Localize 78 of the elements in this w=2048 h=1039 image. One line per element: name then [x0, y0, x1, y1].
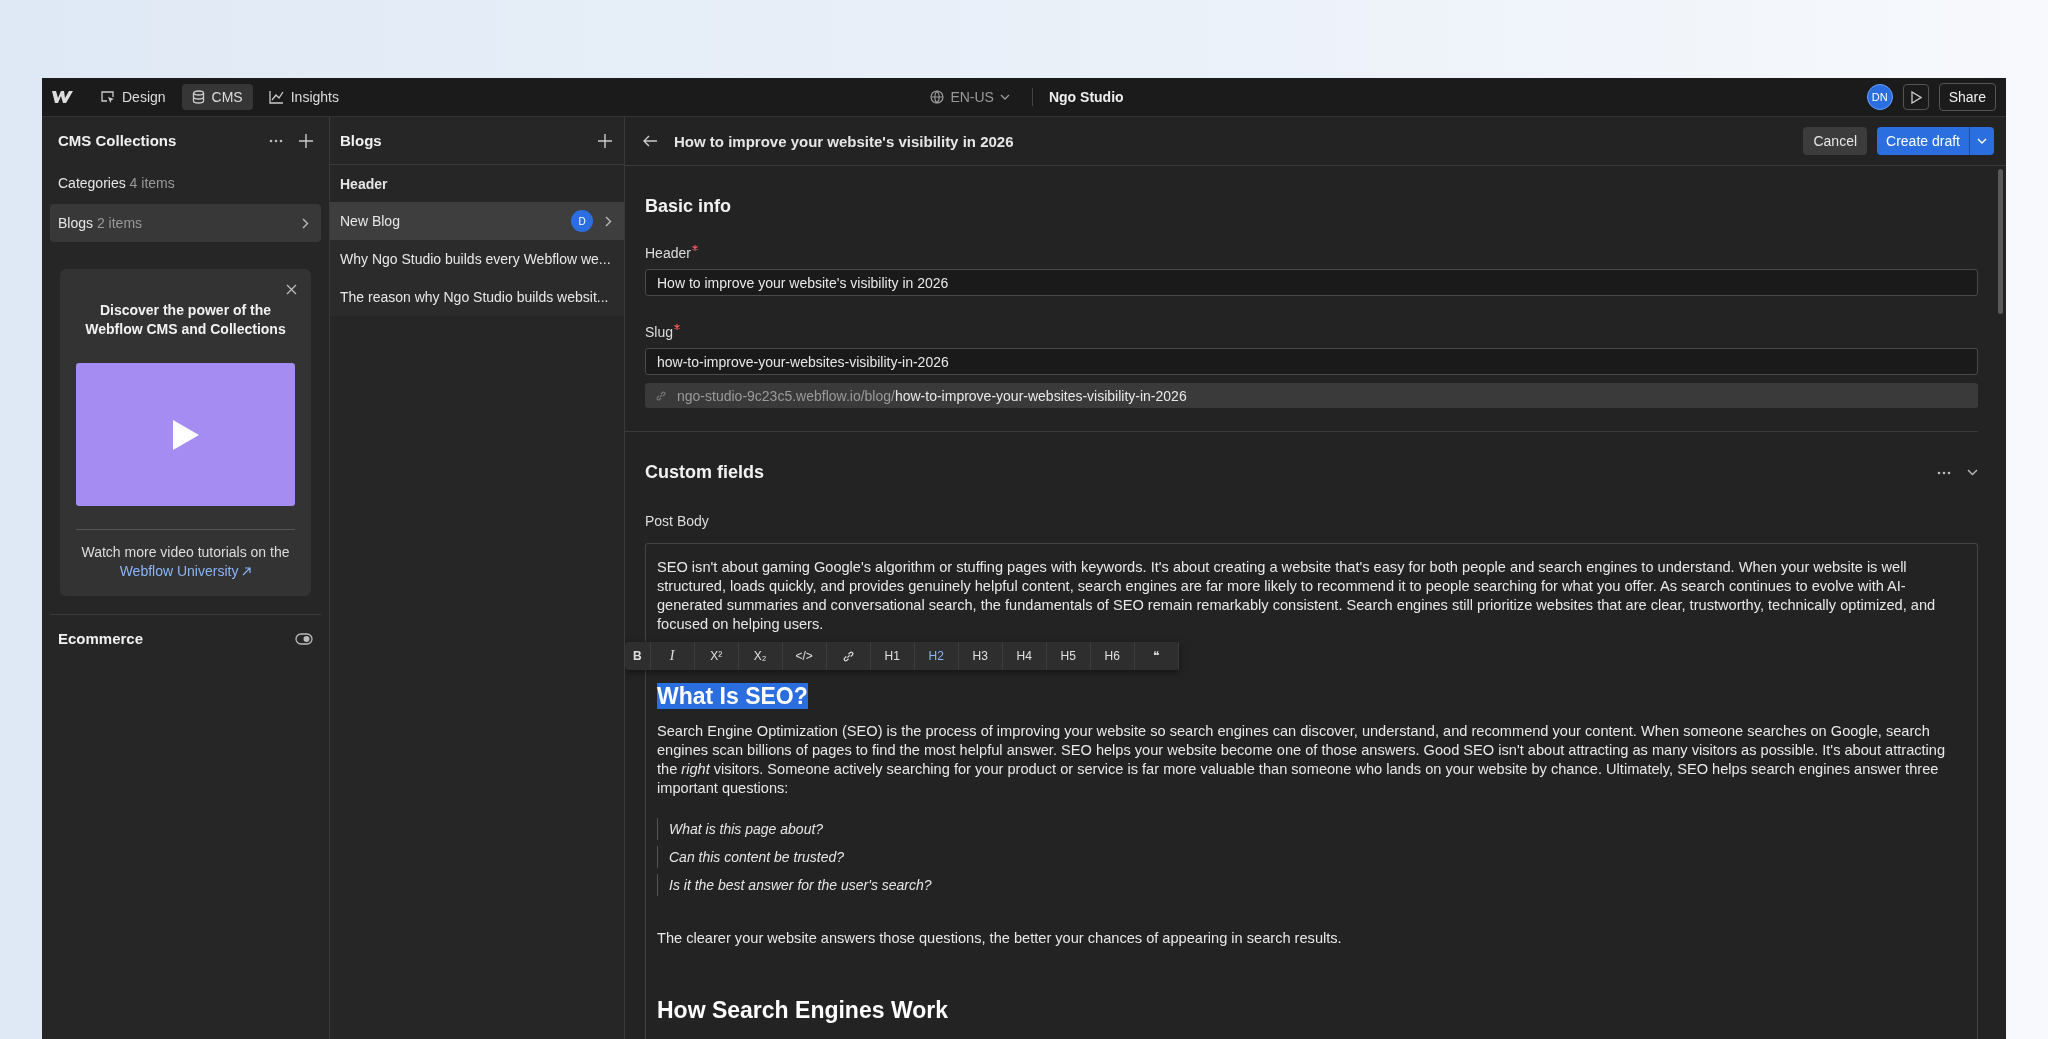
chevron-down-icon[interactable]	[1967, 469, 1978, 476]
blog-item[interactable]: Why Ngo Studio builds every Webflow we...	[330, 240, 624, 278]
format-button[interactable]: H4	[1002, 642, 1047, 670]
preview-button[interactable]	[1902, 84, 1929, 110]
text-field[interactable]: How to improve your website's visibility in 2026	[645, 269, 1978, 296]
cursor-screen-icon	[100, 90, 115, 104]
user-avatar[interactable]: DN	[1866, 84, 1893, 110]
back-arrow-icon[interactable]	[643, 135, 658, 147]
toggle-icon[interactable]	[295, 632, 313, 645]
section-title: Custom fields	[645, 461, 764, 483]
blog-item[interactable]: The reason why Ngo Studio builds websit...	[330, 278, 624, 316]
format-button[interactable]: X²	[694, 642, 739, 670]
plus-icon[interactable]	[299, 133, 313, 148]
format-button[interactable]: I	[650, 642, 695, 670]
chevron-down-icon	[999, 94, 1010, 100]
globe-icon	[930, 90, 945, 104]
format-button[interactable]: H3	[958, 642, 1003, 670]
field-label: Slug	[645, 324, 1978, 340]
heading: How Search Engines Work	[657, 996, 949, 1024]
collection-item[interactable]: Blogs 2 items	[50, 204, 321, 242]
video-thumbnail[interactable]	[76, 363, 295, 506]
format-button[interactable]: H2	[914, 642, 959, 670]
database-icon	[191, 90, 205, 104]
locale-dropdown[interactable]: EN-US	[924, 88, 1016, 106]
university-link[interactable]: Webflow University	[119, 563, 252, 579]
caret-icon	[1977, 138, 1987, 144]
collection-name: Blogs 2 items	[58, 215, 143, 231]
line-chart-icon	[268, 90, 284, 104]
nav-tab[interactable]: CMS	[181, 84, 253, 110]
nav-tab[interactable]: Design	[90, 84, 176, 110]
link-icon	[656, 390, 666, 401]
format-button[interactable]: B	[625, 642, 651, 670]
quote: Is it the best answer for the user's search?	[657, 874, 1966, 896]
format-button[interactable]: H1	[870, 642, 915, 670]
format-button[interactable]: </>	[782, 642, 827, 670]
more-icon[interactable]	[1937, 470, 1951, 475]
field-label: Header	[645, 245, 1978, 261]
collection-item[interactable]: Categories 4 items	[50, 164, 321, 202]
quote: What is this page about?	[657, 818, 1966, 840]
promo-caption: Watch more video tutorials on the	[80, 544, 291, 560]
panel-title: CMS Collections	[58, 132, 177, 149]
section-title: Basic info	[645, 195, 733, 217]
format-button[interactable]: H5	[1046, 642, 1091, 670]
format-button[interactable]: ❝	[1134, 642, 1179, 670]
panel-title: Blogs	[340, 132, 382, 149]
chevron-right-icon	[302, 217, 309, 229]
plus-icon[interactable]	[598, 133, 612, 148]
share-button[interactable]: Share	[1938, 83, 1996, 111]
text-field[interactable]: how-to-improve-your-websites-visibility-in-2026	[645, 348, 1978, 375]
nav-tab[interactable]: Insights	[258, 84, 349, 110]
play-icon	[170, 417, 201, 452]
create-draft-button[interactable]: Create draft	[1877, 127, 1969, 155]
site-name: Ngo Studio	[1048, 89, 1124, 105]
format-button[interactable]: X₂	[738, 642, 783, 670]
play-icon	[1909, 90, 1922, 104]
dropdown-button[interactable]	[1969, 127, 1994, 155]
item-title: How to improve your website's visibility in 2026	[674, 132, 1014, 150]
blog-item[interactable]: New Blog D	[330, 202, 624, 240]
paragraph: SEO isn't about gaming Google's algorithm or stuffing pages with keywords. It's about creating a website that's easy for both people and search engines to understand. When your website is well structured, loads quickly, and provides genuinely helpful content, search engines are far more likely to recommend it to people searching for what you offer. As search continues to evolve with AI-generated summaries and conversational search, the fundamentals of SEO remain remarkably consistent. Search engines still prioritize websites that are clear, trustworthy, technically optimized, and focused on helping users.	[657, 558, 1937, 634]
logo-icon	[52, 90, 74, 104]
cancel-button[interactable]: Cancel	[1803, 127, 1868, 155]
user-badge: D	[571, 210, 593, 232]
quote: Can this content be trusted?	[657, 846, 1966, 868]
paragraph: The clearer your website answers those questions, the better your chances of appearing in search results.	[657, 929, 1343, 948]
close-icon[interactable]	[286, 284, 297, 295]
url-text: ngo-studio-9c23c5.webflow.io/blog/how-to-improve-your-websites-visibility-in-2026	[677, 387, 1187, 404]
field-label: Post Body	[645, 513, 710, 529]
format-button[interactable]: H6	[1090, 642, 1135, 670]
promo-title: Discover the power of the Webflow CMS and Collections	[84, 301, 287, 339]
section-title: Ecommerce	[58, 630, 144, 647]
link-icon	[842, 650, 854, 662]
paragraph: Search Engine Optimization (SEO) is the process of improving your website so search engines can discover, understand, and recommend your content. When someone searches on Google, search engines scan billions of pages to find the most helpful answer. SEO helps your website become one of those answers. Good SEO isn't about attracting as many visitors as possible. It's about attracting the right visitors. Someone actively searching for your product or service is far more valuable than someone who lands on your website by chance. Ultimately, SEO helps search engines answer three important questions:	[657, 722, 1947, 798]
heading: What Is SEO?	[657, 682, 809, 710]
external-link-icon	[242, 567, 252, 576]
more-icon[interactable]	[269, 138, 283, 143]
column-header: Header	[339, 174, 389, 194]
chevron-right-icon	[605, 215, 612, 227]
collection-name: Categories 4 items	[58, 175, 175, 191]
